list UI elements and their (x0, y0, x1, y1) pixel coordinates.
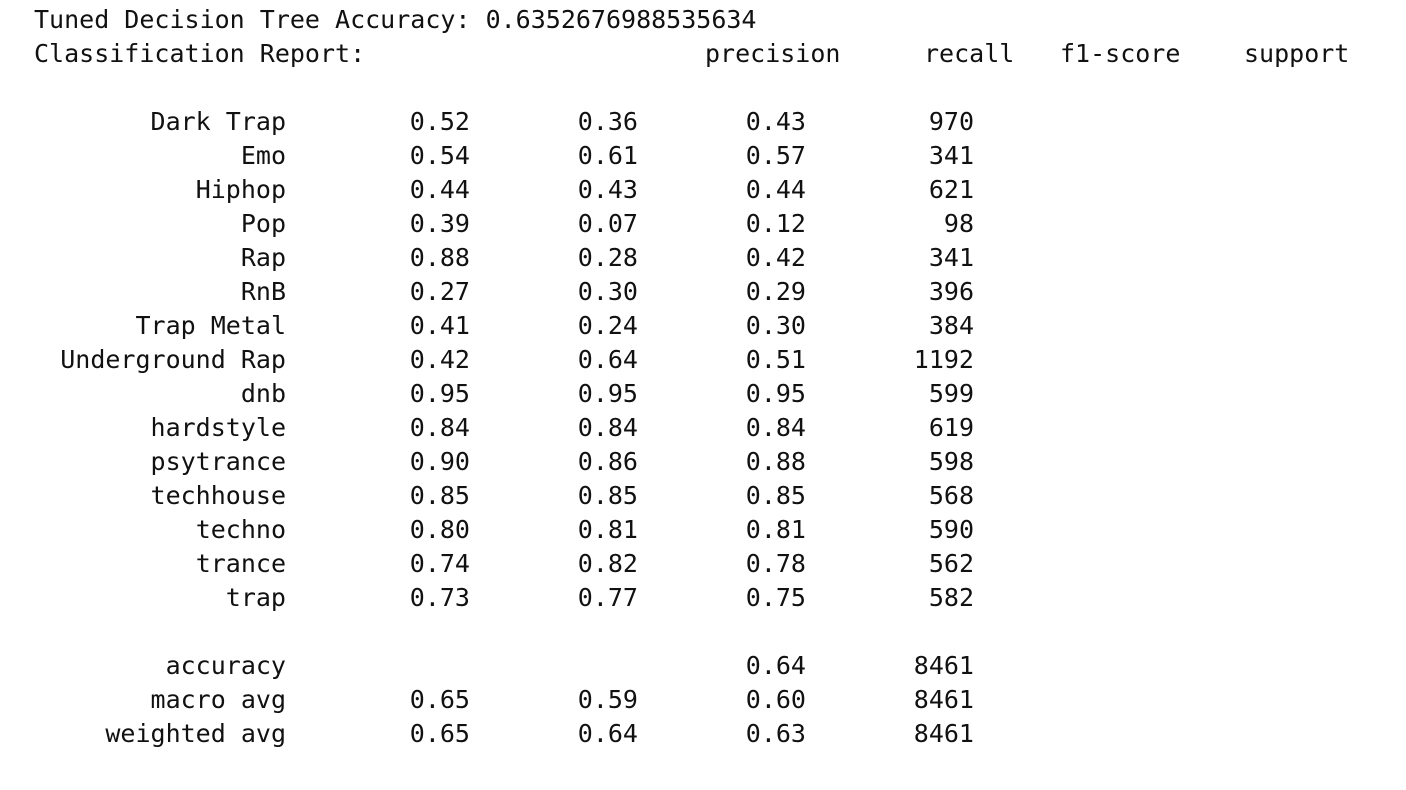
row-precision: 0.84 (409, 413, 470, 442)
row-f1-score: 0.51 (745, 345, 806, 374)
row-precision: 0.39 (409, 209, 470, 238)
row-precision: 0.44 (409, 175, 470, 204)
row-f1-score: 0.30 (745, 311, 806, 340)
row-label: hardstyle (150, 413, 286, 442)
report-title: Classification Report: (34, 39, 366, 68)
row-support: 396 (928, 277, 974, 306)
row-recall: 0.81 (577, 515, 638, 544)
row-label: Underground Rap (60, 345, 286, 374)
row-f1-score: 0.88 (745, 447, 806, 476)
row-f1-score: 0.60 (745, 685, 806, 714)
row-label: techhouse (150, 481, 286, 510)
row-support: 8461 (913, 685, 974, 714)
row-f1-score: 0.44 (745, 175, 806, 204)
row-label: psytrance (150, 447, 286, 476)
header-recall: recall (924, 39, 1015, 68)
accuracy-value: 0.6352676988535634 (485, 5, 757, 34)
row-support: 98 (943, 209, 974, 238)
accuracy-line: Tuned Decision Tree Accuracy: 0.63526769… (34, 3, 757, 37)
row-support: 341 (928, 141, 974, 170)
row-recall: 0.95 (577, 379, 638, 408)
row-recall: 0.30 (577, 277, 638, 306)
row-support: 619 (928, 413, 974, 442)
row-precision: 0.54 (409, 141, 470, 170)
accuracy-label: Tuned Decision Tree Accuracy: (34, 5, 471, 34)
row-f1-score: 0.95 (745, 379, 806, 408)
header-support: support (1244, 39, 1350, 68)
row-label: weighted avg (105, 719, 286, 748)
row-f1-score: 0.29 (745, 277, 806, 306)
row-precision: 0.52 (409, 107, 470, 136)
row-label: Dark Trap (150, 107, 286, 136)
row-precision: 0.27 (409, 277, 470, 306)
row-f1-score: 0.81 (745, 515, 806, 544)
row-support: 8461 (913, 651, 974, 680)
row-recall: 0.64 (577, 345, 638, 374)
row-label: accuracy (165, 651, 286, 680)
row-label: Rap (240, 243, 286, 272)
row-recall: 0.07 (577, 209, 638, 238)
row-f1-score: 0.43 (745, 107, 806, 136)
row-precision: 0.73 (409, 583, 470, 612)
row-precision: 0.41 (409, 311, 470, 340)
row-recall: 0.59 (577, 685, 638, 714)
row-support: 341 (928, 243, 974, 272)
row-f1-score: 0.78 (745, 549, 806, 578)
row-support: 970 (928, 107, 974, 136)
row-support: 384 (928, 311, 974, 340)
row-label: Hiphop (195, 175, 286, 204)
row-label: trap (225, 583, 286, 612)
row-recall: 0.28 (577, 243, 638, 272)
row-support: 621 (928, 175, 974, 204)
row-precision: 0.42 (409, 345, 470, 374)
row-precision: 0.80 (409, 515, 470, 544)
row-precision: 0.85 (409, 481, 470, 510)
row-precision: 0.65 (409, 685, 470, 714)
row-recall: 0.85 (577, 481, 638, 510)
row-precision: 0.90 (409, 447, 470, 476)
row-label: Trap Metal (135, 311, 286, 340)
row-precision: 0.74 (409, 549, 470, 578)
row-recall: 0.84 (577, 413, 638, 442)
row-f1-score: 0.75 (745, 583, 806, 612)
header-precision: precision (705, 39, 841, 68)
row-precision: 0.88 (409, 243, 470, 272)
row-label: techno (195, 515, 286, 544)
row-label: Emo (240, 141, 286, 170)
row-support: 582 (928, 583, 974, 612)
row-label: dnb (240, 379, 286, 408)
row-f1-score: 0.12 (745, 209, 806, 238)
row-precision: 0.95 (409, 379, 470, 408)
row-label: RnB (240, 277, 286, 306)
row-recall: 0.86 (577, 447, 638, 476)
row-support: 8461 (913, 719, 974, 748)
row-recall: 0.24 (577, 311, 638, 340)
row-recall: 0.64 (577, 719, 638, 748)
row-label: Pop (240, 209, 286, 238)
row-support: 599 (928, 379, 974, 408)
row-f1-score: 0.42 (745, 243, 806, 272)
row-f1-score: 0.84 (745, 413, 806, 442)
row-recall: 0.82 (577, 549, 638, 578)
row-label: macro avg (150, 685, 286, 714)
row-support: 562 (928, 549, 974, 578)
row-precision: 0.65 (409, 719, 470, 748)
row-support: 1192 (913, 345, 974, 374)
row-support: 590 (928, 515, 974, 544)
row-f1-score: 0.85 (745, 481, 806, 510)
row-support: 598 (928, 447, 974, 476)
row-f1-score: 0.57 (745, 141, 806, 170)
row-recall: 0.61 (577, 141, 638, 170)
row-recall: 0.43 (577, 175, 638, 204)
row-recall: 0.36 (577, 107, 638, 136)
row-recall: 0.77 (577, 583, 638, 612)
row-label: trance (195, 549, 286, 578)
header-f1-score: f1-score (1060, 39, 1181, 68)
row-f1-score: 0.64 (745, 651, 806, 680)
row-f1-score: 0.63 (745, 719, 806, 748)
row-support: 568 (928, 481, 974, 510)
